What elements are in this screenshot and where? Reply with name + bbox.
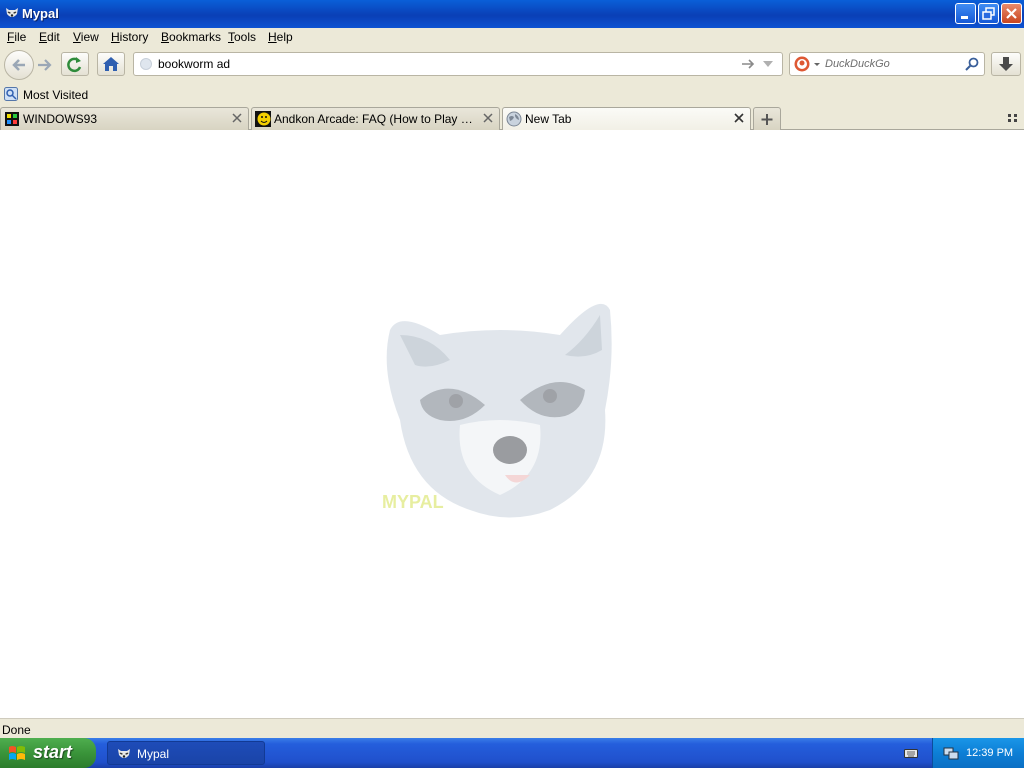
window-titlebar[interactable]: Mypal [0, 0, 1024, 28]
tab-close-icon[interactable] [734, 113, 744, 123]
menu-file[interactable]: File [7, 30, 26, 44]
forward-arrow-icon [38, 59, 52, 71]
go-arrow-icon[interactable] [740, 56, 756, 72]
menu-tools[interactable]: Tools [228, 30, 256, 44]
reload-icon [67, 57, 82, 73]
page-content: MYPAL [0, 130, 1024, 718]
most-visited-label: Most Visited [23, 88, 89, 102]
menu-edit[interactable]: Edit [39, 30, 60, 44]
status-text: Done [2, 723, 31, 737]
forward-button[interactable] [34, 54, 56, 76]
new-tab-button[interactable] [753, 107, 781, 130]
back-button[interactable] [4, 50, 34, 80]
keyboard-icon[interactable] [904, 747, 918, 759]
menu-bookmarks[interactable]: Bookmarks [161, 30, 221, 44]
tab-close-icon[interactable] [483, 113, 493, 123]
windows-flag-icon [9, 746, 25, 760]
tab-close-icon[interactable] [232, 113, 242, 123]
tab-label: New Tab [525, 112, 572, 126]
status-bar: Done [0, 718, 1024, 738]
taskbar-item-mypal[interactable]: Mypal [107, 741, 265, 765]
close-icon [1006, 8, 1017, 19]
tab-new-tab[interactable]: New Tab [502, 107, 751, 131]
most-visited-icon [4, 87, 18, 101]
menu-view[interactable]: View [73, 30, 99, 44]
window-title: Mypal [22, 6, 59, 21]
tab-label: WINDOWS93 [23, 112, 98, 126]
tab-label: Andkon Arcade: FAQ (How to Play Flash, .… [274, 112, 479, 126]
mypal-logo-text: MYPAL [382, 492, 444, 512]
url-input[interactable] [158, 56, 738, 72]
home-icon [103, 57, 119, 71]
engine-dropdown-icon[interactable] [813, 56, 821, 72]
bookmarks-toolbar: Most Visited [0, 84, 1024, 106]
clock: 12:39 PM [966, 747, 1014, 759]
home-button[interactable] [97, 52, 125, 76]
page-favicon-icon [140, 58, 152, 70]
search-icon[interactable] [964, 56, 980, 72]
minimize-button[interactable] [955, 3, 976, 24]
restore-button[interactable] [978, 3, 999, 24]
globe-icon [506, 111, 522, 127]
search-input[interactable] [825, 56, 955, 72]
windows93-icon [5, 112, 19, 126]
andkon-smiley-icon [255, 111, 271, 127]
reload-button[interactable] [61, 52, 89, 76]
start-label: start [33, 742, 73, 762]
tab-windows93[interactable]: WINDOWS93 [0, 107, 249, 130]
start-button[interactable]: start [0, 738, 96, 768]
back-arrow-icon [12, 59, 25, 71]
system-tray: 12:39 PM [932, 738, 1024, 768]
download-arrow-icon [999, 57, 1013, 71]
minimize-icon [961, 16, 968, 19]
url-bar[interactable] [133, 52, 783, 76]
close-window-button[interactable] [1001, 3, 1022, 24]
tab-andkon-arcade[interactable]: Andkon Arcade: FAQ (How to Play Flash, .… [251, 107, 500, 130]
search-bar[interactable] [789, 52, 985, 76]
taskbar-item-label: Mypal [137, 747, 170, 761]
tab-strip: WINDOWS93 Andkon Arcade: FAQ (How to Pla… [0, 106, 1024, 131]
navigation-toolbar [0, 46, 1024, 84]
windows-taskbar: start Mypal 12:39 PM [0, 738, 1024, 768]
restore-icon [982, 7, 995, 20]
network-icon[interactable] [943, 745, 959, 761]
menu-history[interactable]: History [111, 30, 148, 44]
duckduckgo-icon[interactable] [794, 56, 810, 72]
plus-icon [761, 114, 773, 125]
mypal-raccoon-icon [118, 749, 130, 758]
mypal-raccoon-icon [6, 8, 18, 17]
url-history-dropdown-icon[interactable] [760, 56, 776, 72]
all-tabs-grid-icon[interactable] [1006, 111, 1020, 125]
menu-help[interactable]: Help [268, 30, 293, 44]
menu-bar: File Edit View History Bookmarks Tools H… [0, 28, 1024, 46]
downloads-button[interactable] [991, 52, 1021, 76]
mypal-raccoon-logo: MYPAL [382, 303, 612, 518]
